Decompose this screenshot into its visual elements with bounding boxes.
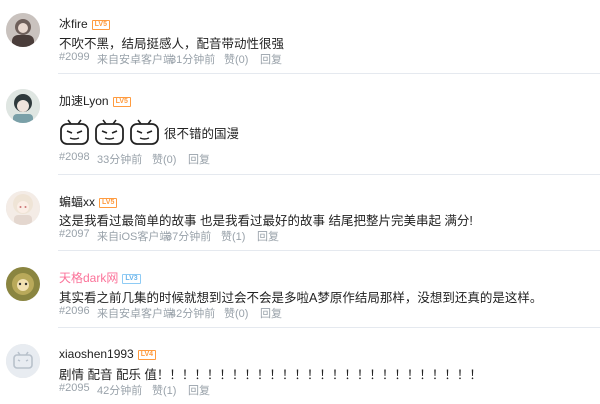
comment-text: 剧情 配音 配乐 值！！！！！！！！！！！！！！！！！！！！！！！！！！ xyxy=(59,368,482,382)
username[interactable]: 冰fire LV5 xyxy=(59,15,110,32)
emote-row: 很不错的国漫 xyxy=(59,119,239,146)
reply-button[interactable]: 回复 xyxy=(257,228,279,244)
client-source[interactable]: 来自安卓客户端 xyxy=(97,51,174,67)
username[interactable]: 天格dark网 LV3 xyxy=(59,269,141,286)
level-badge: LV5 xyxy=(99,197,118,208)
client-source[interactable]: 来自iOS客户端 xyxy=(97,228,170,244)
level-badge: LV4 xyxy=(137,349,157,360)
like-button[interactable]: 赞(0) xyxy=(152,151,176,167)
comment-text: 不吹不黑，结局挺感人，配音带动性很强 xyxy=(59,37,285,51)
reply-button[interactable]: 回复 xyxy=(260,51,282,67)
avatar[interactable] xyxy=(6,267,40,301)
level-badge: LV3 xyxy=(122,273,141,284)
reply-button[interactable]: 回复 xyxy=(260,305,282,321)
comment-text: 这是我看过最简单的故事 也是我看过最好的故事 结尾把整片完美串起 满分! xyxy=(59,214,473,228)
username[interactable]: xiaoshen1993 LV4 xyxy=(59,347,157,361)
tv-face-emoji-icon xyxy=(59,119,90,146)
tv-face-emoji-icon xyxy=(94,119,125,146)
reply-button[interactable]: 回复 xyxy=(188,151,210,167)
divider xyxy=(58,327,600,328)
username-text[interactable]: 加速Lyon xyxy=(59,94,109,108)
comment-text: 其实看之前几集的时候就想到过会不会是多啦A梦原作结局那样，没想到还真的是这样。 xyxy=(59,291,543,305)
like-button[interactable]: 赞(0) xyxy=(224,51,248,67)
reply-button[interactable]: 回复 xyxy=(188,382,210,398)
level-badge: LV5 xyxy=(112,96,131,107)
username[interactable]: 加速Lyon LV5 xyxy=(59,92,131,109)
time-ago: 42分钟前 xyxy=(170,308,216,320)
username[interactable]: 蝙蝠xx LV5 xyxy=(59,193,118,210)
divider xyxy=(58,73,600,74)
time-ago: 33分钟前 xyxy=(97,154,143,166)
like-button[interactable]: 赞(0) xyxy=(224,305,248,321)
floor-number: #2097 xyxy=(59,228,90,240)
tv-face-emoji-icon xyxy=(129,119,160,146)
floor-number: #2096 xyxy=(59,305,90,317)
username-text[interactable]: 蝙蝠xx xyxy=(59,195,95,209)
floor-number: #2099 xyxy=(59,51,90,63)
floor-number: #2098 xyxy=(59,151,90,163)
username-text[interactable]: xiaoshen1993 xyxy=(59,347,134,361)
avatar[interactable] xyxy=(6,344,40,378)
username-text[interactable]: 冰fire xyxy=(59,17,88,31)
like-button[interactable]: 赞(1) xyxy=(221,228,245,244)
divider xyxy=(58,250,600,251)
avatar[interactable] xyxy=(6,191,40,225)
like-button[interactable]: 赞(1) xyxy=(152,382,176,398)
avatar[interactable] xyxy=(6,89,40,123)
floor-number: #2095 xyxy=(59,382,90,394)
level-badge: LV5 xyxy=(91,19,110,30)
time-ago: 42分钟前 xyxy=(97,385,143,397)
comment-text: 很不错的国漫 xyxy=(164,127,240,141)
avatar[interactable] xyxy=(6,13,40,47)
divider xyxy=(58,174,600,175)
username-text[interactable]: 天格dark网 xyxy=(59,271,118,285)
time-ago: 37分钟前 xyxy=(166,231,212,243)
client-source[interactable]: 来自安卓客户端 xyxy=(97,305,174,321)
time-ago: 31分钟前 xyxy=(170,54,216,66)
